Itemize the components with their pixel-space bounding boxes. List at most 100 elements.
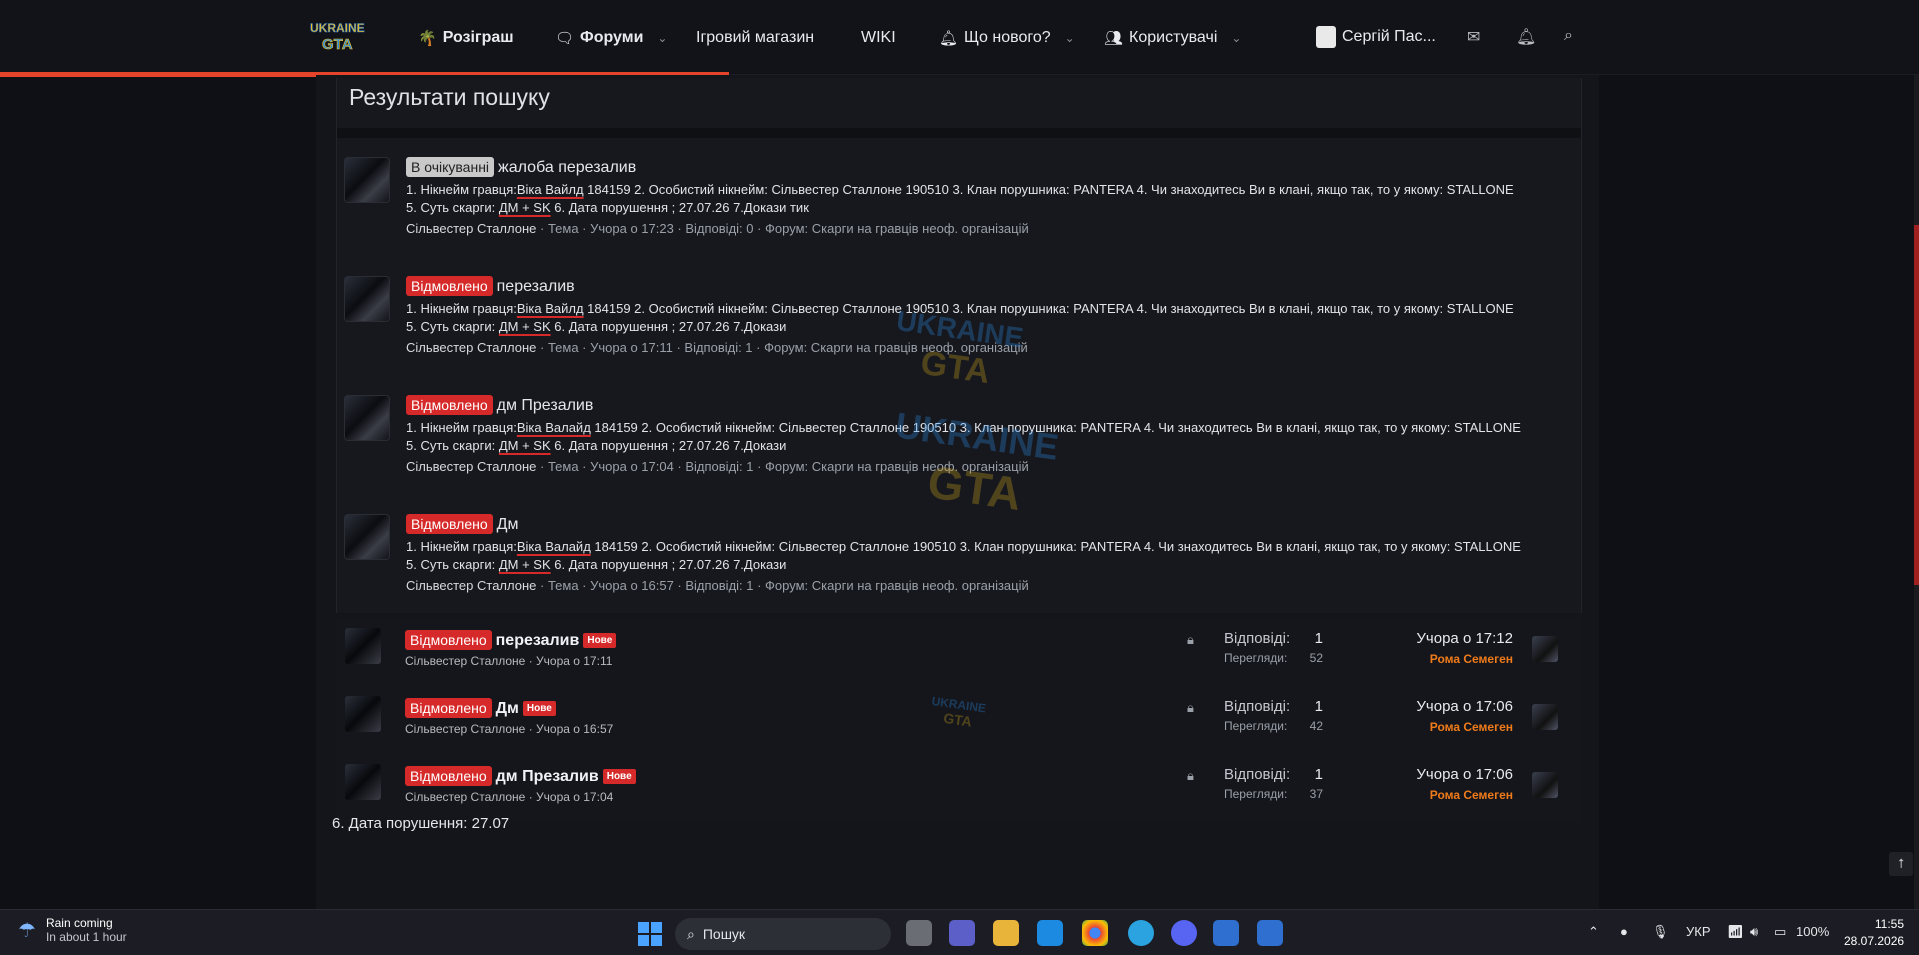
clock-time: 11:55 (1874, 917, 1904, 931)
envelope-icon[interactable]: ✉ (1467, 27, 1480, 47)
new-badge: Нове (522, 701, 556, 717)
chrome-icon[interactable] (1082, 920, 1108, 946)
thread-title[interactable]: Відмовлено дм Презалив Нове (405, 766, 636, 786)
search-icon[interactable]: ⌕ (1564, 27, 1573, 45)
battery-percent: 100% (1796, 924, 1830, 939)
account-name: Сергій Пас... (1342, 28, 1436, 45)
result-meta-text: · Тема · Учора о 17:23 · Відповіді: 0 · … (536, 221, 1029, 236)
replies-label: Відповіді: (1224, 630, 1291, 647)
windows-start-icon[interactable] (638, 922, 662, 946)
battery-icon[interactable]: ▭ (1774, 924, 1786, 940)
scroll-to-top-button[interactable]: ⭡ (1889, 852, 1913, 876)
thread-title[interactable]: Відмовлено перезалив Нове (405, 630, 617, 650)
task-view-icon[interactable] (906, 920, 932, 946)
language-indicator[interactable]: УКР (1686, 924, 1711, 939)
divider (337, 128, 1581, 138)
wifi-icon[interactable]: 📶︎ (1727, 924, 1744, 940)
scrollbar-thumb[interactable] (1914, 225, 1919, 585)
thread-row[interactable]: Відмовлено дм Презалив Нове Сільвестер Ста… (337, 754, 1581, 822)
file-explorer-icon[interactable] (993, 920, 1019, 946)
store-icon[interactable] (1037, 920, 1063, 946)
security-icon[interactable]: ● (1620, 924, 1628, 939)
avatar[interactable] (344, 276, 390, 322)
nav-wiki[interactable]: WIKI (861, 0, 896, 75)
telegram-icon[interactable] (1128, 920, 1154, 946)
author-link[interactable]: Сільвестер Сталлоне (406, 221, 536, 236)
teams-icon[interactable] (949, 920, 975, 946)
result-title[interactable]: Відмовлено дм Презалив (406, 395, 593, 415)
app-icon[interactable] (1257, 920, 1283, 946)
author-link[interactable]: Сільвестер Сталлоне (406, 459, 536, 474)
search-icon: ⌕ (687, 925, 695, 942)
clock[interactable]: 11:55 28.07.2026 (1844, 916, 1904, 950)
avatar[interactable] (1532, 636, 1558, 662)
chevron-down-icon[interactable]: ⌄ (1065, 31, 1075, 45)
site-logo[interactable]: UKRAINE GTA (308, 18, 370, 54)
avatar[interactable] (1532, 704, 1558, 730)
avatar[interactable] (1532, 772, 1558, 798)
views-count: 42 (1309, 719, 1323, 733)
palm-tree-icon: 🌴 (418, 29, 437, 47)
last-post-date[interactable]: Учора о 17:06 (1416, 766, 1513, 783)
author-link[interactable]: Сільвестер Сталлоне (406, 578, 536, 593)
avatar[interactable] (344, 395, 390, 441)
result-title[interactable]: В очікуванні жалоба перезалив (406, 157, 636, 177)
views-count: 52 (1309, 651, 1323, 665)
author-link[interactable]: Сільвестер Сталлоне (406, 340, 536, 355)
nav-wiki-label: WIKI (861, 28, 896, 46)
views-label: Перегляди: (1224, 719, 1288, 733)
chevron-down-icon[interactable]: ⌄ (657, 31, 667, 45)
nav-whats-new[interactable]: 🔔︎ Що нового? ⌄ (939, 0, 1075, 75)
avatar[interactable] (345, 696, 381, 732)
last-post-date[interactable]: Учора о 17:06 (1416, 698, 1513, 715)
umbrella-icon: ☂ (18, 919, 36, 942)
result-title[interactable]: Відмовлено перезалив (406, 276, 575, 296)
chevron-down-icon[interactable]: ⌄ (1231, 31, 1241, 45)
volume-icon[interactable]: 🔊︎ (1750, 924, 1758, 940)
nav-forums-label: Форуми (580, 28, 644, 46)
last-post-user[interactable]: Рома Семеген (1430, 720, 1513, 734)
views-label: Перегляди: (1224, 787, 1288, 801)
thread-row[interactable]: Відмовлено перезалив Нове Сільвестер Сталл… (337, 618, 1581, 686)
avatar[interactable] (345, 764, 381, 800)
nav-users-label: Користувачі (1129, 28, 1218, 46)
search-result[interactable]: Відмовлено дм Презалив 1. Нікнейм гравця:… (344, 395, 1574, 485)
new-badge: Нове (583, 633, 617, 649)
avatar (1316, 26, 1336, 48)
app-icon[interactable] (1213, 920, 1239, 946)
snippet-text: 6. Дата порушення ; 27.07.26 7.Докази (550, 557, 787, 572)
status-badge: Відмовлено (406, 514, 493, 534)
last-post-date[interactable]: Учора о 17:12 (1416, 630, 1513, 647)
chevron-up-icon[interactable]: ⌃ (1588, 924, 1599, 940)
avatar[interactable] (344, 157, 390, 203)
search-result[interactable]: Відмовлено Дм 1. Нікнейм гравця:Віка Вала… (344, 514, 1574, 604)
result-snippet: 1. Нікнейм гравця:Віка Вайлд 184159 2. О… (406, 300, 1526, 336)
account-menu[interactable]: Сергій Пас... (1316, 26, 1436, 48)
nav-giveaway[interactable]: 🌴 Розіграш (418, 0, 514, 75)
nav-users[interactable]: 👥︎ Користувачі ⌄ (1104, 0, 1241, 75)
avatar[interactable] (345, 628, 381, 664)
weather-widget[interactable]: ☂ Rain coming In about 1 hour (18, 916, 127, 944)
thread-row[interactable]: Відмовлено Дм Нове Сільвестер Сталлоне · У… (337, 686, 1581, 754)
nav-shop[interactable]: Ігровий магазин (696, 0, 814, 75)
result-title[interactable]: Відмовлено Дм (406, 514, 518, 534)
avatar[interactable] (344, 514, 390, 560)
taskbar-search-placeholder: Пошук (702, 926, 746, 942)
last-post-user[interactable]: Рома Семеген (1430, 788, 1513, 802)
weather-subtitle: In about 1 hour (45, 930, 127, 944)
microphone-icon[interactable]: 🎙︎ (1652, 924, 1669, 940)
scrollbar[interactable] (1914, 75, 1919, 909)
replies-count: 1 (1314, 766, 1323, 783)
nav-shop-label: Ігровий магазин (696, 28, 815, 46)
bell-icon: 🔔︎ (939, 29, 959, 47)
taskbar-search[interactable]: ⌕ Пошук (675, 918, 891, 950)
thread-title[interactable]: Відмовлено Дм Нове (405, 698, 556, 718)
search-result[interactable]: В очікуванні жалоба перезалив 1. Нікнейм … (344, 157, 1574, 247)
status-badge: Відмовлено (405, 766, 492, 786)
search-result[interactable]: Відмовлено перезалив 1. Нікнейм гравця:Ві… (344, 276, 1574, 366)
bell-icon[interactable]: 🔔︎ (1516, 27, 1536, 47)
last-post-user[interactable]: Рома Семеген (1430, 652, 1513, 666)
discord-icon[interactable] (1171, 920, 1197, 946)
result-title-text: дм Презалив (496, 397, 594, 414)
nav-forums[interactable]: 🗨 Форуми ⌄ (555, 0, 667, 75)
